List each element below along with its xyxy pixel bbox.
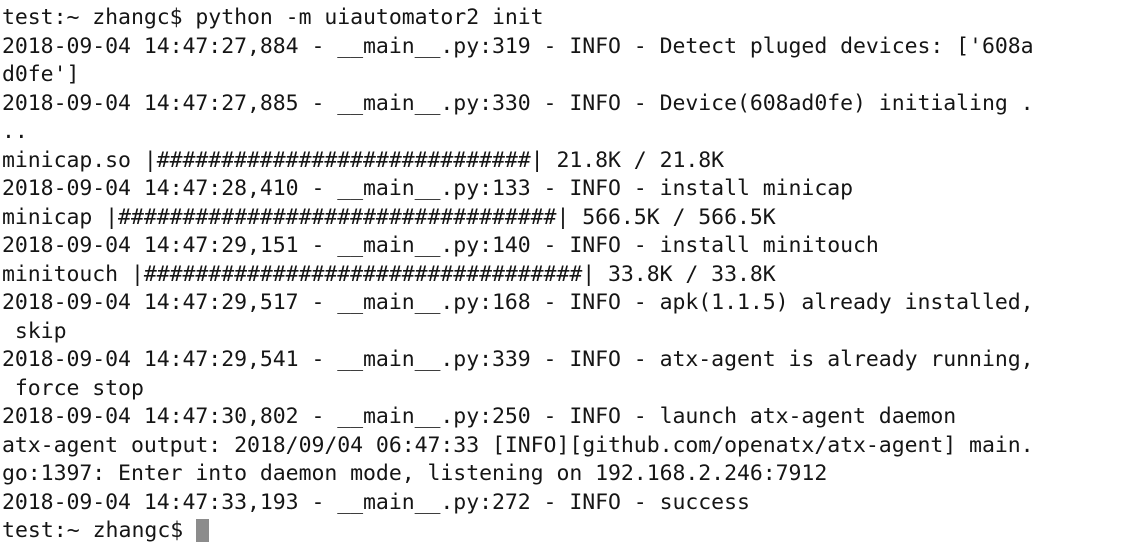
terminal-line: 2018-09-04 14:47:30,802 - __main__.py:25… <box>2 404 957 429</box>
terminal-line: d0fe'] <box>2 62 80 87</box>
terminal-window[interactable]: test:~ zhangc$ python -m uiautomator2 in… <box>0 0 1124 542</box>
terminal-line: 2018-09-04 14:47:28,410 - __main__.py:13… <box>2 176 854 201</box>
terminal-line: minicap |###############################… <box>2 204 776 230</box>
terminal-line: 2018-09-04 14:47:29,541 - __main__.py:33… <box>2 347 1034 372</box>
terminal-line: minitouch |#############################… <box>2 261 776 287</box>
terminal-line: 2018-09-04 14:47:33,193 - __main__.py:27… <box>2 489 750 515</box>
terminal-scrollback: test:~ zhangc$ python -m uiautomator2 in… <box>1 4 1124 517</box>
terminal-prompt-line: test:~ zhangc$ <box>1 517 1124 542</box>
terminal-line: .. <box>2 119 28 144</box>
terminal-line: 2018-09-04 14:47:29,517 - __main__.py:16… <box>2 290 1034 315</box>
terminal-line: minicap.so |############################… <box>2 147 725 173</box>
terminal-line: 2018-09-04 14:47:27,884 - __main__.py:31… <box>2 33 1034 59</box>
terminal-line: go:1397: Enter into daemon mode, listeni… <box>2 461 828 486</box>
terminal-line: 2018-09-04 14:47:29,151 - __main__.py:14… <box>2 233 879 258</box>
shell-prompt: test:~ zhangc$ <box>2 518 197 542</box>
terminal-line: skip <box>2 318 67 344</box>
terminal-line: atx-agent output: 2018/09/04 06:47:33 [I… <box>2 432 1034 458</box>
terminal-line: test:~ zhangc$ python -m uiautomator2 in… <box>2 5 544 30</box>
block-cursor <box>196 519 210 542</box>
terminal-line: force stop <box>2 375 144 401</box>
terminal-line: 2018-09-04 14:47:27,885 - __main__.py:33… <box>2 90 1034 116</box>
